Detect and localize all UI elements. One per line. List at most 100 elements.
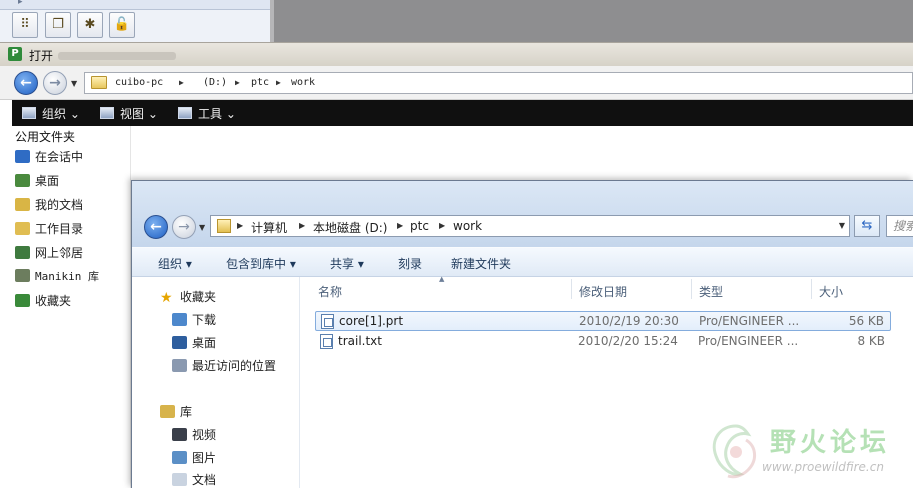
nav-favorites[interactable]: ★ 收藏夹 (160, 288, 216, 308)
column-size[interactable]: 大小 (819, 283, 843, 300)
file-size: 8 KB (857, 334, 885, 348)
favorites-icon (15, 294, 30, 307)
nav-pictures[interactable]: 图片 (172, 449, 216, 469)
unlock-icon[interactable]: 🔓 (109, 12, 135, 38)
column-type[interactable]: 类型 (699, 283, 723, 300)
path-arrow-icon[interactable]: ▶ (276, 78, 281, 87)
documents-icon (172, 473, 187, 486)
sidebar-item-favorites[interactable]: 收藏夹 (15, 292, 71, 312)
file-type: Pro/ENGINEER ... (699, 314, 800, 328)
work-folder-icon (15, 222, 30, 235)
dialog-title: 打开 (29, 49, 54, 63)
column-divider[interactable] (811, 279, 812, 299)
address-bar: ← → ▼ cuibo-pc ▶ (D:) ▶ ptc ▶ work (0, 66, 913, 100)
folder-icon (217, 219, 231, 233)
nav-recent-places[interactable]: 最近访问的位置 (172, 357, 276, 377)
path-arrow-icon[interactable]: ▶ (235, 78, 240, 87)
file-row[interactable]: core[1].prt 2010/2/19 20:30 Pro/ENGINEER… (315, 311, 891, 331)
favorites-star-icon: ★ (160, 290, 173, 306)
star-folder-icon[interactable]: ✱ (77, 12, 103, 38)
videos-icon (172, 428, 187, 441)
path-segment[interactable]: ptc (251, 77, 269, 88)
back-button[interactable]: ← (14, 71, 38, 95)
background-graphics-area (270, 0, 913, 42)
blurred-title-text (58, 52, 176, 60)
prt-file-icon (321, 314, 334, 329)
sort-ascending-icon: ▲ (439, 275, 445, 283)
path-segment[interactable]: work (291, 77, 315, 88)
sidebar-item-work-folder[interactable]: 工作目录 (15, 220, 83, 240)
refresh-button[interactable]: ⇆ (854, 215, 880, 237)
column-date-modified[interactable]: 修改日期 (579, 283, 627, 300)
path-segment[interactable]: (D:) (203, 77, 227, 88)
breadcrumb-arrow-icon[interactable]: ▶ (299, 221, 305, 230)
desktop-icon (15, 174, 30, 187)
new-folder-button[interactable]: 新建文件夹 (451, 255, 511, 272)
file-name: trail.txt (338, 334, 382, 348)
file-row[interactable]: trail.txt 2010/2/20 15:24 Pro/ENGINEER .… (315, 332, 891, 352)
folder-icon (91, 76, 107, 89)
views-icon (100, 107, 114, 119)
sidebar-item-desktop[interactable]: 桌面 (15, 172, 59, 192)
breadcrumb-local-disk[interactable]: 本地磁盘 (D:) (313, 219, 387, 236)
libraries-icon (160, 405, 175, 418)
documents-icon (15, 198, 30, 211)
sidebar-item-documents[interactable]: 我的文档 (15, 196, 83, 216)
organize-icon (22, 107, 36, 119)
path-arrow-icon[interactable]: ▶ (179, 78, 184, 87)
tools-icon (178, 107, 192, 119)
layers-icon[interactable]: ❐ (45, 12, 71, 38)
nav-downloads[interactable]: 下载 (172, 311, 216, 331)
back-button[interactable]: ← (144, 215, 168, 239)
breadcrumb-ptc[interactable]: ptc (410, 219, 429, 233)
breadcrumb-arrow-icon[interactable]: ▶ (397, 221, 403, 230)
forward-button[interactable]: → (172, 215, 196, 239)
include-in-library-button[interactable]: 包含到库中 ▾ (226, 255, 296, 272)
history-dropdown-icon[interactable]: ▼ (71, 79, 77, 88)
dialog-toolbar: 组织 ⌄ 视图 ⌄ 工具 ⌄ (12, 100, 913, 126)
nav-desktop[interactable]: 桌面 (172, 334, 216, 354)
file-date: 2010/2/19 20:30 (579, 314, 679, 328)
column-divider[interactable] (571, 279, 572, 299)
explorer-window: ← → ▼ ▶ 计算机 ▶ 本地磁盘 (D:) ▶ ptc ▶ work ▼ ⇆… (131, 180, 913, 488)
nav-documents[interactable]: 文档 (172, 471, 216, 488)
nav-libraries[interactable]: 库 (160, 403, 192, 423)
sidebar-item-session[interactable]: 在会话中 (15, 148, 83, 168)
breadcrumb[interactable]: ▶ 计算机 ▶ 本地磁盘 (D:) ▶ ptc ▶ work ▼ (210, 215, 850, 237)
views-menu[interactable]: 视图 ⌄ (100, 105, 158, 122)
path-field[interactable]: cuibo-pc ▶ (D:) ▶ ptc ▶ work (84, 72, 913, 94)
nav-videos[interactable]: 视频 (172, 426, 216, 446)
sidebar-item-manikin-library[interactable]: Manikin 库 (15, 268, 99, 288)
forward-button[interactable]: → (43, 71, 67, 95)
tools-menu[interactable]: 工具 ⌄ (178, 105, 236, 122)
organize-button[interactable]: 组织 ▾ (158, 255, 192, 272)
app-icon: P (8, 47, 22, 61)
history-dropdown-icon[interactable]: ▼ (199, 223, 205, 232)
breadcrumb-arrow-icon[interactable]: ▶ (237, 221, 243, 230)
search-input[interactable]: 搜索 (886, 215, 913, 237)
pictures-icon (172, 451, 187, 464)
sidebar-item-network[interactable]: 网上邻居 (15, 244, 83, 264)
explorer-chrome (132, 181, 913, 247)
breadcrumb-arrow-icon[interactable]: ▶ (439, 221, 445, 230)
txt-file-icon (320, 334, 333, 349)
background-application: ▸ ⠿ ❐ ✱ 🔓 (0, 0, 913, 42)
share-button[interactable]: 共享 ▾ (330, 255, 364, 272)
dialog-title-bar: P 打开 (0, 42, 913, 66)
column-divider[interactable] (691, 279, 692, 299)
organize-menu[interactable]: 组织 ⌄ (22, 105, 80, 122)
tree-icon[interactable]: ⠿ (12, 12, 38, 38)
file-type: Pro/ENGINEER ... (698, 334, 799, 348)
desktop-icon (172, 336, 187, 349)
column-name[interactable]: 名称 (318, 283, 342, 300)
path-segment[interactable]: cuibo-pc (115, 77, 163, 88)
file-size: 56 KB (848, 314, 884, 328)
breadcrumb-work[interactable]: work (453, 219, 482, 233)
downloads-icon (172, 313, 187, 326)
chevron-down-icon[interactable]: ▼ (839, 221, 845, 230)
manikin-library-icon (15, 269, 30, 282)
burn-button[interactable]: 刻录 (398, 255, 422, 272)
breadcrumb-computer[interactable]: 计算机 (251, 219, 287, 236)
dialog-sidebar: 公用文件夹 在会话中 桌面 我的文档 工作目录 网上邻居 Manikin 库 收… (12, 126, 131, 488)
file-name: core[1].prt (339, 314, 404, 328)
